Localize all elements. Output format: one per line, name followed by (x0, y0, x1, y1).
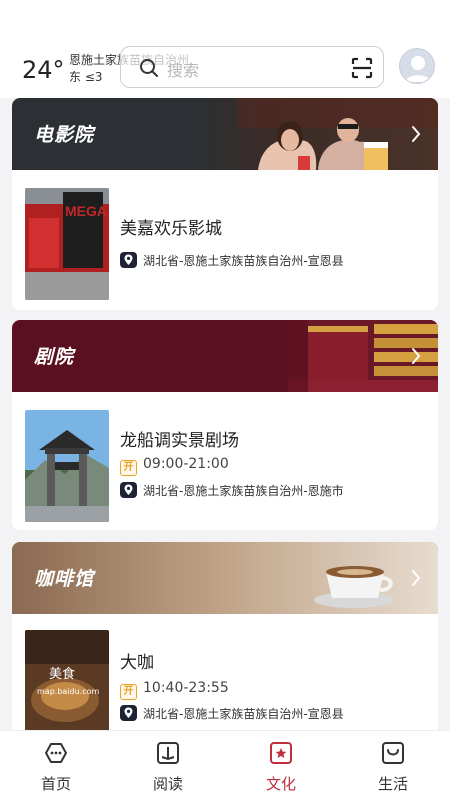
theater-card: 剧院 龙船调实景剧场 开 09:00-21:00 湖北省-恩施土家族苗族自治州-… (12, 320, 438, 530)
location-pin-icon (120, 705, 137, 721)
venue-hours: 开 10:40-23:55 (120, 680, 229, 700)
cinema-scene-image (198, 98, 438, 170)
tab-home[interactable]: 首页 (16, 739, 96, 797)
venue-hours-text: 10:40-23:55 (143, 680, 229, 696)
venue-address-text: 湖北省-恩施土家族苗族自治州-宣恩县 (143, 707, 344, 721)
location-pin-icon (120, 482, 137, 498)
venue-thumb-label: 美食 (49, 666, 75, 682)
tab-reading-label: 阅读 (152, 775, 183, 793)
chevron-right-icon[interactable] (410, 124, 422, 144)
venue-address: 湖北省-恩施土家族苗族自治州-恩施市 (120, 482, 344, 499)
avatar[interactable] (399, 48, 435, 84)
tab-life-label: 生活 (377, 775, 408, 793)
theater-banner[interactable]: 剧院 (12, 320, 438, 392)
venue-thumbnail: 美食 map.baidu.com (25, 630, 109, 730)
venue-name: 大咖 (120, 653, 154, 673)
cafe-section-title: 咖啡馆 (34, 568, 95, 590)
cinema-section-title: 电影院 (34, 124, 95, 146)
cafe-banner[interactable]: 咖啡馆 (12, 542, 438, 614)
cinema-banner[interactable]: 电影院 (12, 98, 438, 170)
temperature: 24° (22, 56, 65, 84)
tab-culture-label: 文化 (265, 775, 296, 793)
tab-home-label: 首页 (40, 775, 71, 793)
venue-hours: 开 09:00-21:00 (120, 456, 229, 476)
location-pin-icon (120, 252, 137, 268)
venue-hours-text: 09:00-21:00 (143, 456, 229, 472)
bag-icon (382, 742, 404, 764)
search-box[interactable]: 搜索 (120, 46, 384, 88)
chevron-right-icon[interactable] (410, 346, 422, 366)
venue-name: 美嘉欢乐影城 (120, 219, 222, 239)
venue-thumb-watermark: map.baidu.com (37, 687, 100, 696)
tab-culture[interactable]: 文化 (241, 739, 321, 797)
tab-reading[interactable]: 阅读 (128, 739, 208, 797)
tab-life[interactable]: 生活 (353, 739, 433, 797)
cafe-card: 咖啡馆 美食 map.baidu.com 大咖 开 10:40-23:55 湖北… (12, 542, 438, 730)
scan-icon[interactable] (351, 57, 373, 79)
open-badge: 开 (120, 460, 137, 476)
cinema-card: 电影院 MEGA 美嘉欢乐影城 湖北省-恩施土家族苗族自治州-宣恩县 (12, 98, 438, 310)
venue-name: 龙船调实景剧场 (120, 431, 239, 451)
venue-address-text: 湖北省-恩施土家族苗族自治州-宣恩县 (143, 254, 344, 268)
user-avatar-icon (405, 56, 431, 82)
open-badge: 开 (120, 684, 137, 700)
venue-address: 湖北省-恩施土家族苗族自治州-宣恩县 (120, 252, 344, 269)
venue-thumbnail (25, 410, 109, 522)
top-bar: 24° 恩施土家族苗族自治州 东 ≤3 搜索 (0, 0, 450, 98)
bottom-tab-bar: 首页 阅读 文化 生活 (0, 730, 450, 800)
venue-thumbnail: MEGA (25, 188, 109, 300)
content-scroll[interactable]: 电影院 MEGA 美嘉欢乐影城 湖北省-恩施土家族苗族自治州-宣恩县 剧院 龙船… (12, 98, 438, 730)
book-icon (157, 742, 179, 764)
theater-section-title: 剧院 (34, 346, 75, 368)
star-icon (270, 742, 292, 764)
search-placeholder: 搜索 (167, 61, 200, 80)
home-icon (45, 743, 67, 763)
wind-label: 东 ≤3 (69, 70, 103, 84)
search-icon (140, 59, 158, 77)
venue-address-text: 湖北省-恩施土家族苗族自治州-恩施市 (143, 484, 344, 498)
chevron-right-icon[interactable] (410, 568, 422, 588)
venue-address: 湖北省-恩施土家族苗族自治州-宣恩县 (120, 705, 344, 722)
venue-thumb-logo: MEGA (65, 203, 107, 219)
